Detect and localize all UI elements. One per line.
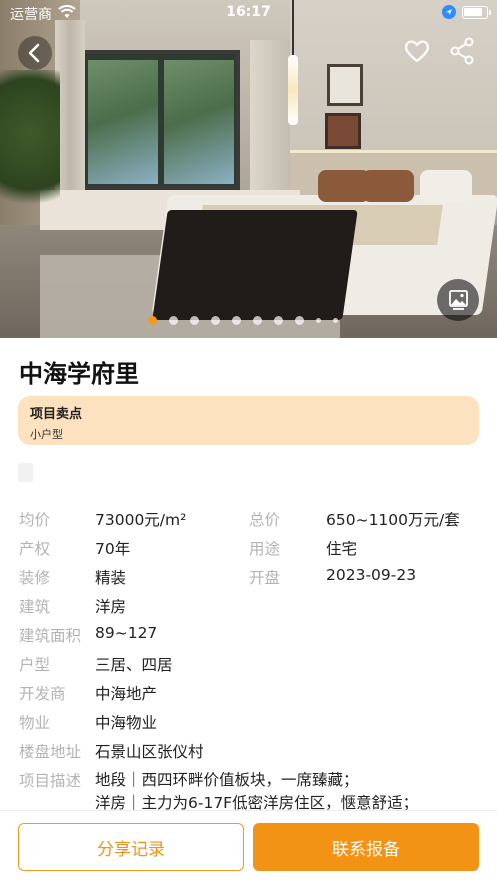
detail-label: 户型 — [19, 656, 51, 674]
description-text: 地段｜西四环畔价值板块，一席臻藏； 洋房｜主力为6-17F低密洋房住区，惬意舒适… — [95, 769, 475, 815]
selling-points-card: 项目卖点 小户型 — [18, 396, 479, 445]
gallery-dot[interactable] — [148, 315, 157, 325]
gallery-dot[interactable] — [190, 315, 199, 325]
back-button[interactable] — [18, 36, 52, 70]
tag-placeholder — [18, 463, 33, 482]
status-bar: 运营商 16:17 — [0, 0, 497, 26]
photo-blanket — [152, 210, 358, 320]
photo-lamp — [288, 55, 298, 125]
detail-row: 产权 70年 用途 住宅 — [19, 537, 479, 561]
photo-pillow — [362, 170, 414, 202]
detail-row: 建筑面积 89~127 — [19, 624, 479, 648]
detail-label: 物业 — [19, 714, 51, 732]
battery-icon — [462, 6, 491, 19]
detail-label: 产权 — [19, 540, 51, 558]
favorite-button[interactable] — [402, 36, 432, 66]
gallery-dot[interactable] — [253, 315, 262, 325]
detail-value: 精装 — [95, 569, 127, 587]
photo-pillow — [420, 170, 472, 202]
detail-value: 70年 — [95, 540, 131, 558]
gallery-dot[interactable] — [316, 317, 321, 323]
detail-row: 户型 三居、四居 — [19, 653, 479, 677]
gallery-dot[interactable] — [295, 315, 304, 325]
gallery-button[interactable] — [437, 279, 479, 321]
detail-row: 楼盘地址 石景山区张仪村 — [19, 740, 479, 764]
gallery-pagination[interactable] — [148, 315, 338, 325]
detail-label: 建筑面积 — [19, 627, 82, 645]
bottom-action-bar: 分享记录 联系报备 — [0, 810, 497, 883]
description-row: 项目描述 地段｜西四环畔价值板块，一席臻藏； 洋房｜主力为6-17F低密洋房住区… — [19, 769, 479, 815]
detail-value: 石景山区张仪村 — [95, 743, 204, 761]
gallery-icon — [449, 290, 468, 310]
detail-value: 650~1100万元/套 — [326, 511, 460, 529]
detail-label: 楼盘地址 — [19, 743, 82, 761]
detail-row: 均价 73000元/m² 总价 650~1100万元/套 — [19, 508, 479, 532]
detail-label: 装修 — [19, 569, 51, 587]
gallery-dot[interactable] — [333, 317, 338, 323]
detail-row: 装修 精装 开盘 2023-09-23 — [19, 566, 479, 590]
detail-value: 三居、四居 — [95, 656, 173, 674]
detail-value: 中海物业 — [95, 714, 158, 732]
gallery-dot[interactable] — [211, 315, 220, 325]
selling-points-text: 小户型 — [30, 428, 63, 441]
detail-row: 建筑 洋房 — [19, 595, 479, 619]
detail-label: 开发商 — [19, 685, 66, 703]
back-icon — [28, 43, 40, 63]
share-button[interactable] — [448, 36, 478, 66]
photo-curtain-2 — [250, 40, 290, 190]
detail-value: 2023-09-23 — [326, 566, 417, 584]
detail-value: 73000元/m² — [95, 511, 187, 529]
selling-points-title: 项目卖点 — [30, 407, 83, 422]
share-record-button[interactable]: 分享记录 — [18, 823, 244, 871]
gallery-dot[interactable] — [232, 315, 241, 325]
detail-label: 开盘 — [249, 569, 281, 587]
clock: 16:17 — [226, 4, 271, 20]
photo-artwork-2 — [325, 113, 361, 149]
gallery-dot[interactable] — [169, 315, 178, 325]
detail-label: 总价 — [249, 511, 281, 529]
location-icon — [442, 5, 456, 19]
detail-label: 用途 — [249, 540, 281, 558]
photo-plant — [0, 70, 60, 230]
detail-value: 洋房 — [95, 598, 127, 616]
gallery-dot[interactable] — [274, 315, 283, 325]
detail-value: 中海地产 — [95, 685, 158, 703]
contact-report-button[interactable]: 联系报备 — [253, 823, 479, 871]
detail-row: 开发商 中海地产 — [19, 682, 479, 706]
description-label: 项目描述 — [19, 772, 82, 790]
description-line: 地段｜西四环畔价值板块，一席臻藏； — [95, 771, 359, 789]
share-icon — [450, 37, 474, 65]
detail-value: 住宅 — [326, 540, 358, 558]
photo-window — [80, 50, 240, 190]
heart-icon — [405, 40, 429, 63]
detail-label: 建筑 — [19, 598, 51, 616]
detail-value: 89~127 — [95, 624, 158, 642]
hero-photo[interactable]: 运营商 16:17 — [0, 0, 497, 338]
detail-label: 均价 — [19, 511, 51, 529]
project-title: 中海学府里 — [19, 360, 139, 388]
photo-artwork — [327, 64, 363, 106]
detail-row: 物业 中海物业 — [19, 711, 479, 735]
